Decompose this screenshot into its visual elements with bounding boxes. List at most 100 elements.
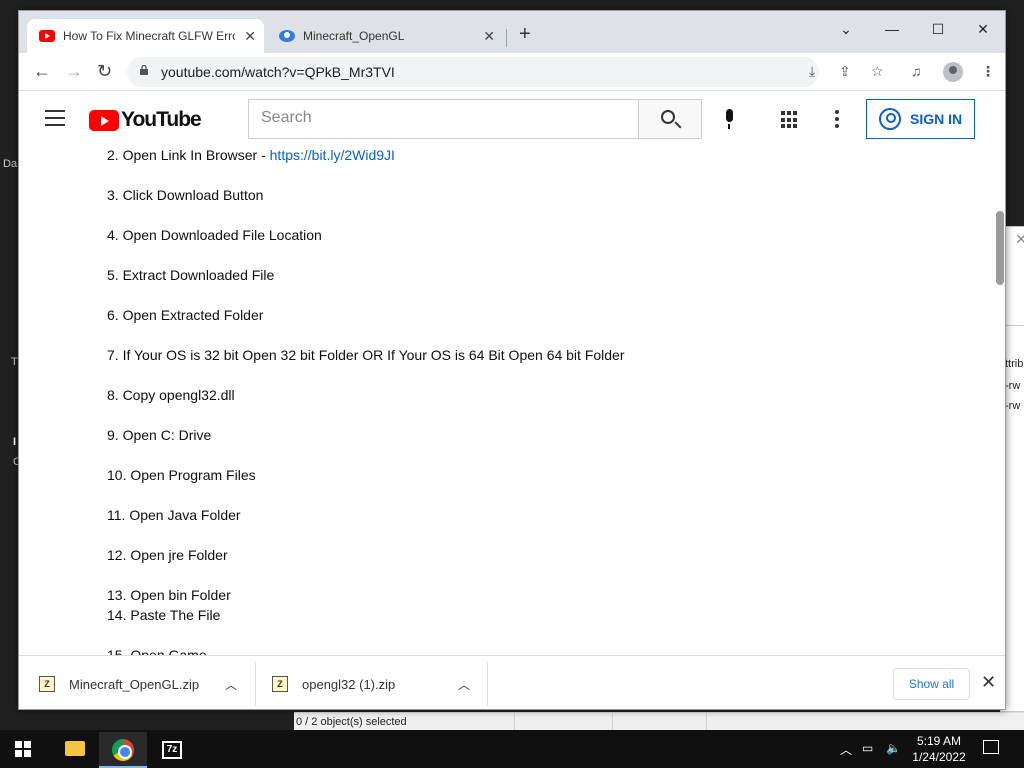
clock-date: 1/24/2022 [912, 750, 966, 764]
close-tab-icon[interactable]: ✕ [483, 28, 495, 45]
video-description: 2. Open Link In Browser - https://bit.ly… [19, 147, 994, 655]
new-tab-button[interactable]: + [519, 23, 531, 46]
description-step: 7. If Your OS is 32 bit Open 32 bit Fold… [107, 347, 625, 363]
notifications-icon[interactable] [983, 740, 999, 754]
windows-start-icon[interactable] [15, 741, 31, 757]
minimize-button[interactable]: — [869, 15, 915, 43]
tab-divider [506, 29, 507, 47]
apps-grid-icon[interactable] [781, 111, 799, 129]
close-shelf-button[interactable]: ✕ [981, 672, 996, 693]
tab-youtube-video[interactable]: How To Fix Minecraft GLFW Error ✕ [27, 19, 264, 53]
download-item[interactable]: Z Minecraft_OpenGL.zip ︿ [39, 662, 239, 706]
sign-in-label: SIGN IN [910, 111, 963, 127]
close-window-button[interactable]: ✕ [960, 15, 1005, 43]
reload-button[interactable]: ↻ [97, 61, 112, 82]
attribute-text: -rw [1005, 380, 1021, 392]
zip-file-icon: Z [39, 676, 55, 692]
description-step: 11. Open Java Folder [107, 507, 241, 523]
maximize-button[interactable]: ☐ [915, 15, 961, 43]
attribute-text: -rw [1005, 400, 1021, 412]
browser-window: How To Fix Minecraft GLFW Error ✕ Minecr… [18, 10, 1006, 710]
description-step: 15. Open Game [107, 647, 207, 655]
page-scrollbar[interactable] [994, 147, 1005, 655]
scrollbar-thumb[interactable] [996, 211, 1004, 285]
hamburger-menu-icon[interactable] [45, 110, 65, 131]
share-icon[interactable]: ⇪ [839, 63, 851, 80]
zip-file-icon: Z [272, 676, 288, 692]
youtube-masthead: YouTube Search SIGN IN [19, 91, 1005, 147]
clock-time: 5:19 AM [916, 734, 962, 748]
profile-avatar[interactable] [943, 62, 963, 82]
status-divider [514, 713, 515, 731]
chevron-up-icon[interactable]: ︿ [458, 676, 470, 693]
settings-menu-icon[interactable] [835, 110, 839, 131]
description-step: 6. Open Extracted Folder [107, 307, 264, 323]
tab-title: How To Fix Minecraft GLFW Error [63, 29, 235, 43]
show-all-button[interactable]: Show all [893, 668, 970, 700]
install-app-icon[interactable]: ⤓ [809, 63, 815, 80]
download-divider [255, 662, 256, 706]
chrome-icon [112, 739, 134, 761]
sign-in-button[interactable]: SIGN IN [866, 99, 975, 139]
chevron-up-icon[interactable]: ︿ [840, 741, 852, 758]
youtube-logo[interactable]: YouTube [89, 108, 202, 132]
tab-strip: How To Fix Minecraft GLFW Error ✕ Minecr… [19, 11, 1005, 53]
search-icon [661, 110, 675, 124]
status-divider [612, 713, 613, 731]
system-clock[interactable]: 5:19 AM 1/24/2022 [906, 733, 972, 765]
download-divider [487, 662, 488, 706]
selection-status: 0 / 2 object(s) selected [296, 716, 407, 728]
description-step: 8. Copy opengl32.dll [107, 387, 235, 403]
step-text: 2. Open Link In Browser - [107, 147, 270, 163]
volume-muted-icon[interactable]: 🔈 [886, 741, 901, 755]
description-step: 10. Open Program Files [107, 467, 256, 483]
description-step: 2. Open Link In Browser - https://bit.ly… [107, 147, 395, 163]
search-button[interactable] [638, 99, 702, 139]
chrome-menu-icon[interactable]: ⋮ [981, 63, 995, 80]
description-step: 13. Open bin Folder [107, 587, 231, 603]
browser-toolbar: ← → ↻ youtube.com/watch?v=QPkB_Mr3TVI ⤓ … [19, 53, 1005, 91]
download-filename: Minecraft_OpenGL.zip [69, 676, 200, 692]
media-controls-icon[interactable]: ♫ [911, 63, 922, 79]
network-icon[interactable]: ▭ [862, 741, 873, 755]
microphone-icon[interactable] [723, 109, 735, 131]
tab-title: Minecraft_OpenGL [303, 29, 405, 43]
download-shelf: Z Minecraft_OpenGL.zip ︿ Z opengl32 (1).… [19, 655, 1005, 709]
chevron-up-icon[interactable]: ︿ [225, 676, 237, 693]
url-text: youtube.com/watch?v=QPkB_Mr3TVI [161, 64, 395, 80]
desktop-fragment: I [13, 436, 17, 448]
download-item[interactable]: Z opengl32 (1).zip ︿ [272, 662, 472, 706]
explorer-status-bar: 0 / 2 object(s) selected [294, 712, 1024, 731]
account-icon [879, 108, 901, 130]
status-divider [706, 713, 707, 731]
attribute-text: ttrib [1005, 358, 1024, 370]
lock-icon [140, 65, 148, 75]
download-filename: opengl32 (1).zip [302, 676, 396, 692]
chrome-taskbar[interactable] [99, 732, 147, 768]
7zip-icon: 7z [162, 741, 182, 759]
tab-opengl[interactable]: Minecraft_OpenGL ✕ [267, 19, 503, 53]
description-step: 12. Open jre Folder [107, 547, 228, 563]
bookmark-star-icon[interactable]: ☆ [871, 63, 884, 80]
desktop-fragment: Da [3, 158, 18, 170]
youtube-play-icon [89, 109, 119, 131]
description-step: 5. Extract Downloaded File [107, 267, 275, 283]
download-link[interactable]: https://bit.ly/2Wid9JI [270, 147, 395, 163]
description-step: 9. Open C: Drive [107, 427, 212, 443]
description-step: 4. Open Downloaded File Location [107, 227, 322, 243]
close-tab-icon[interactable]: ✕ [244, 28, 256, 45]
back-button[interactable]: ← [33, 61, 51, 82]
close-icon[interactable]: ✕ [1015, 231, 1024, 248]
folder-icon [65, 741, 85, 756]
desktop-fragment: T [11, 356, 18, 368]
taskbar: 7z ︿ ▭ 🔈 5:19 AM 1/24/2022 [0, 730, 1024, 768]
description-step: 14. Paste The File [107, 607, 221, 623]
description-step: 3. Click Download Button [107, 187, 264, 203]
tab-search-button[interactable]: ⌄ [823, 15, 869, 43]
forward-button[interactable]: → [65, 61, 83, 82]
file-explorer-taskbar[interactable] [50, 732, 98, 768]
7zip-taskbar[interactable]: 7z [148, 732, 196, 768]
address-bar[interactable]: youtube.com/watch?v=QPkB_Mr3TVI ⤓ ⇪ ☆ [127, 57, 884, 87]
opengl-icon [279, 30, 295, 42]
search-input[interactable]: Search [248, 99, 639, 139]
